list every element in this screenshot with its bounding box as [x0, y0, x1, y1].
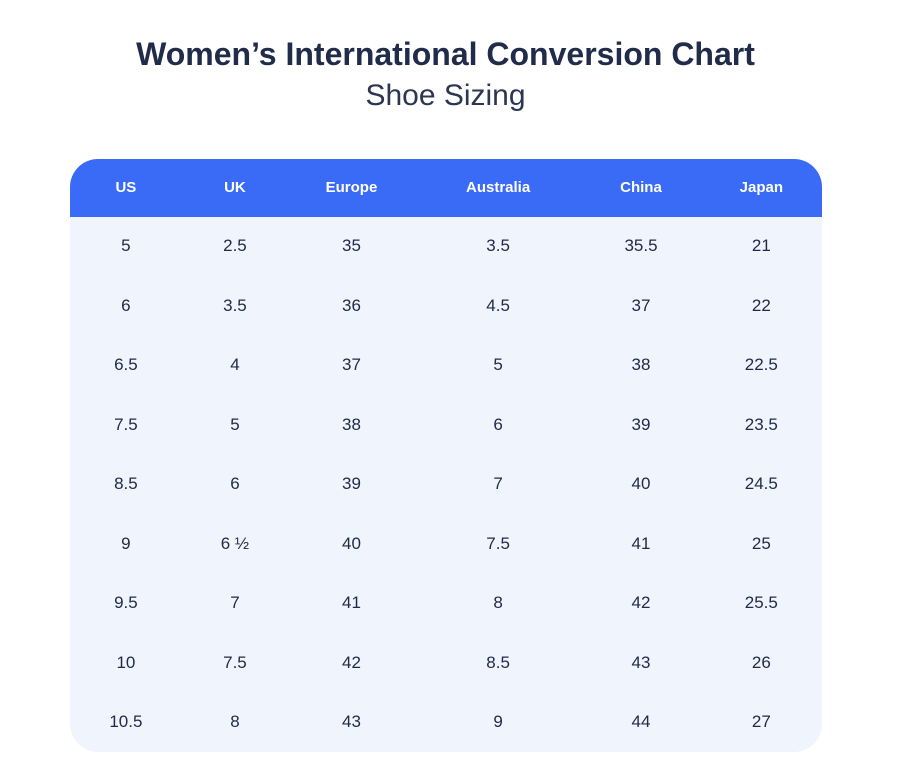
column-header-us: US	[70, 159, 183, 217]
table-cell: 5	[182, 395, 287, 455]
table-cell: 27	[701, 693, 821, 753]
table-cell: 5	[70, 217, 183, 277]
conversion-table: USUKEuropeAustraliaChinaJapan 52.5353.53…	[70, 159, 822, 753]
table-cell: 26	[701, 633, 821, 693]
column-header-australia: Australia	[415, 159, 580, 217]
page-subtitle: Shoe Sizing	[0, 76, 891, 115]
table-cell: 7.5	[415, 514, 580, 574]
table-cell: 7.5	[182, 633, 287, 693]
table-cell: 39	[288, 455, 416, 515]
table-cell: 36	[288, 276, 416, 336]
table-cell: 3.5	[415, 217, 580, 277]
table-cell: 42	[581, 574, 701, 634]
table-cell: 21	[701, 217, 821, 277]
table-cell: 44	[581, 693, 701, 753]
table-row: 63.5364.53722	[70, 276, 822, 336]
column-header-japan: Japan	[701, 159, 821, 217]
page: Women’s International Conversion Chart S…	[0, 0, 891, 752]
table-cell: 2.5	[182, 217, 287, 277]
table-cell: 35.5	[581, 217, 701, 277]
table-header-row: USUKEuropeAustraliaChinaJapan	[70, 159, 822, 217]
table-cell: 4.5	[415, 276, 580, 336]
table-cell: 10	[70, 633, 183, 693]
table-cell: 9	[415, 693, 580, 753]
table-row: 107.5428.54326	[70, 633, 822, 693]
table-header: USUKEuropeAustraliaChinaJapan	[70, 159, 822, 217]
table-row: 96 ½407.54125	[70, 514, 822, 574]
table-cell: 24.5	[701, 455, 821, 515]
table-cell: 6	[415, 395, 580, 455]
table-row: 8.563974024.5	[70, 455, 822, 515]
table-cell: 8.5	[415, 633, 580, 693]
table-cell: 8.5	[70, 455, 183, 515]
table-cell: 37	[581, 276, 701, 336]
table-cell: 7.5	[70, 395, 183, 455]
table-row: 52.5353.535.521	[70, 217, 822, 277]
column-header-europe: Europe	[288, 159, 416, 217]
table-row: 6.543753822.5	[70, 336, 822, 396]
table-cell: 8	[415, 574, 580, 634]
table-cell: 6	[70, 276, 183, 336]
table-cell: 7	[415, 455, 580, 515]
table-cell: 35	[288, 217, 416, 277]
table-cell: 8	[182, 693, 287, 753]
column-header-china: China	[581, 159, 701, 217]
table-cell: 9.5	[70, 574, 183, 634]
table-cell: 22.5	[701, 336, 821, 396]
table-cell: 6	[182, 455, 287, 515]
table-cell: 40	[288, 514, 416, 574]
table-row: 10.584394427	[70, 693, 822, 753]
table-cell: 43	[581, 633, 701, 693]
table-cell: 43	[288, 693, 416, 753]
page-title: Women’s International Conversion Chart	[0, 34, 891, 76]
table-cell: 40	[581, 455, 701, 515]
table-cell: 42	[288, 633, 416, 693]
table-body: 52.5353.535.52163.5364.537226.543753822.…	[70, 217, 822, 753]
table-cell: 6.5	[70, 336, 183, 396]
column-header-uk: UK	[182, 159, 287, 217]
table-cell: 9	[70, 514, 183, 574]
table-row: 9.574184225.5	[70, 574, 822, 634]
table-cell: 4	[182, 336, 287, 396]
table-cell: 37	[288, 336, 416, 396]
table-cell: 10.5	[70, 693, 183, 753]
table-cell: 5	[415, 336, 580, 396]
table-cell: 39	[581, 395, 701, 455]
table-cell: 23.5	[701, 395, 821, 455]
table-cell: 38	[581, 336, 701, 396]
table-cell: 38	[288, 395, 416, 455]
table-cell: 22	[701, 276, 821, 336]
table-cell: 41	[288, 574, 416, 634]
table-cell: 7	[182, 574, 287, 634]
conversion-table-card: USUKEuropeAustraliaChinaJapan 52.5353.53…	[70, 159, 822, 753]
table-cell: 3.5	[182, 276, 287, 336]
table-cell: 25.5	[701, 574, 821, 634]
table-cell: 41	[581, 514, 701, 574]
table-cell: 6 ½	[182, 514, 287, 574]
table-cell: 25	[701, 514, 821, 574]
table-row: 7.553863923.5	[70, 395, 822, 455]
